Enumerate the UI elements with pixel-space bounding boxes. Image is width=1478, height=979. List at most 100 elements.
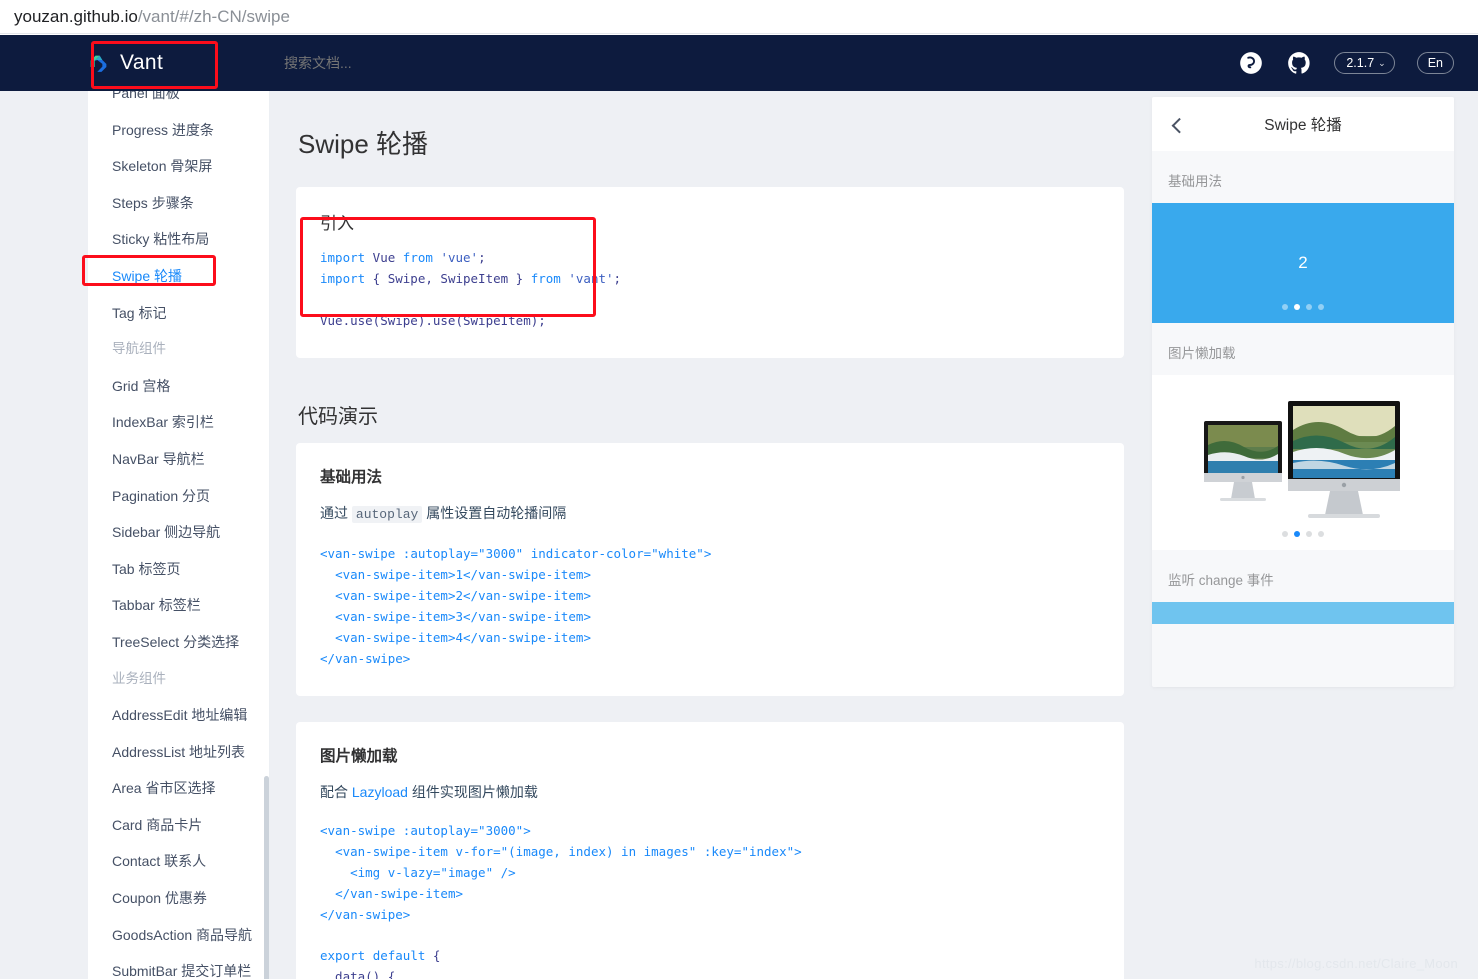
- indicator-dot[interactable]: [1306, 304, 1312, 310]
- site-logo[interactable]: Vant: [88, 35, 276, 91]
- sidebar-item-label: Swipe 轮播: [112, 267, 183, 284]
- demo-card-basic: 基础用法 通过 autoplay 属性设置自动轮播间隔 <van-swipe :…: [296, 443, 1124, 696]
- watermark: https://blog.csdn.net/Claire_Moon: [1254, 956, 1458, 971]
- indicator-dot[interactable]: [1306, 531, 1312, 537]
- header-actions: 2.1.7 ⌄ En: [1238, 50, 1454, 76]
- sidebar-item-label: GoodsAction 商品导航: [112, 926, 253, 943]
- sidebar-item-18[interactable]: AddressList 地址列表: [88, 734, 269, 771]
- sidebar-list: Panel 面板 Progress 进度条 Skeleton 骨架屏 Steps 步骤…: [88, 91, 269, 979]
- demo-lazyload-js-block[interactable]: export default { data() { return { image…: [320, 946, 1100, 979]
- indicator-dot[interactable]: [1282, 531, 1288, 537]
- wechat-miniprogram-icon[interactable]: [1238, 50, 1264, 76]
- sidebar-item-12[interactable]: Sidebar 侧边导航: [88, 514, 269, 551]
- sidebar-item-24[interactable]: SubmitBar 提交订单栏: [88, 953, 269, 979]
- mobile-preview-panel: Swipe 轮播 基础用法 2 图片懒加载 监听 change 事件: [1152, 97, 1454, 687]
- demo-lazyload-code-block[interactable]: <van-swipe :autoplay="3000"> <van-swipe-…: [320, 821, 1100, 926]
- chevron-down-icon: ⌄: [1378, 57, 1386, 68]
- sidebar-item-6[interactable]: Tag 标记: [88, 295, 269, 332]
- preview-title: Swipe 轮播: [1264, 117, 1342, 134]
- demo-basic-code-block[interactable]: <van-swipe :autoplay="3000" indicator-co…: [320, 544, 1100, 670]
- page-root: Vant 2.1.7 ⌄ En P: [0, 35, 1478, 979]
- sidebar-item-label: Contact 联系人: [112, 853, 207, 870]
- sidebar-item-label: Coupon 优惠券: [112, 890, 207, 907]
- sidebar-item-2[interactable]: Skeleton 骨架屏: [88, 148, 269, 185]
- sidebar-item-3[interactable]: Steps 步骤条: [88, 185, 269, 222]
- sidebar-nav: Panel 面板 Progress 进度条 Skeleton 骨架屏 Steps 步骤…: [88, 91, 270, 979]
- sidebar-item-label: Progress 进度条: [112, 121, 214, 138]
- sidebar-item-label: NavBar 导航栏: [112, 450, 205, 467]
- sidebar-item-10[interactable]: NavBar 导航栏: [88, 441, 269, 478]
- demo-basic-desc: 通过 autoplay 属性设置自动轮播间隔: [320, 505, 567, 523]
- url-host: youzan.github.io: [14, 6, 138, 26]
- indicator-dot[interactable]: [1282, 304, 1288, 310]
- sidebar-item-label: Tab 标签页: [112, 560, 181, 577]
- import-code-block[interactable]: import Vue from 'vue'; import { Swipe, S…: [320, 248, 1100, 332]
- sidebar-item-label: AddressEdit 地址编辑: [112, 707, 248, 724]
- sidebar-item-8[interactable]: Grid 宫格: [88, 368, 269, 405]
- sidebar-item-11[interactable]: Pagination 分页: [88, 478, 269, 515]
- demo-basic-heading: 基础用法: [320, 469, 383, 486]
- preview-swipe-change[interactable]: [1152, 602, 1454, 624]
- demo-heading: 代码演示: [298, 406, 378, 428]
- sidebar-scrollbar[interactable]: [264, 776, 269, 979]
- sidebar-item-label: TreeSelect 分类选择: [112, 633, 240, 650]
- sidebar-item-label: Steps 步骤条: [112, 194, 194, 211]
- sidebar-item-label: 导航组件: [112, 341, 166, 357]
- preview-section-label-basic: 基础用法: [1168, 174, 1222, 189]
- preview-section-label-change: 监听 change 事件: [1168, 573, 1274, 588]
- sidebar-item-19[interactable]: Area 省市区选择: [88, 770, 269, 807]
- sidebar-item-1[interactable]: Progress 进度条: [88, 112, 269, 149]
- url-path: /vant/#/zh-CN/swipe: [137, 6, 290, 26]
- sidebar-item-label: Area 省市区选择: [112, 780, 216, 797]
- site-header: Vant 2.1.7 ⌄ En: [0, 35, 1478, 91]
- sidebar-item-label: Card 商品卡片: [112, 816, 203, 833]
- sidebar-item-20[interactable]: Card 商品卡片: [88, 807, 269, 844]
- lazyload-link[interactable]: Lazyload: [352, 784, 408, 800]
- demo-lazyload-heading: 图片懒加载: [320, 747, 398, 765]
- sidebar-item-label: AddressList 地址列表: [112, 743, 246, 760]
- sidebar-item-22[interactable]: Coupon 优惠券: [88, 880, 269, 917]
- preview-section-label-lazyload: 图片懒加载: [1168, 346, 1236, 361]
- import-card: 引入 import Vue from 'vue'; import { Swipe…: [296, 187, 1124, 358]
- sidebar-item-16: 业务组件: [88, 661, 269, 698]
- preview-swipe-basic[interactable]: 2: [1152, 203, 1454, 323]
- sidebar-item-5[interactable]: Swipe 轮播: [88, 258, 269, 295]
- sidebar-item-label: Pagination 分页: [112, 487, 211, 504]
- sidebar-item-7: 导航组件: [88, 331, 269, 368]
- sidebar-item-15[interactable]: TreeSelect 分类选择: [88, 624, 269, 661]
- indicator-dot[interactable]: [1294, 304, 1300, 310]
- sidebar-item-label: IndexBar 索引栏: [112, 414, 214, 431]
- version-label: 2.1.7: [1346, 56, 1375, 70]
- search-input[interactable]: [282, 54, 582, 72]
- page-title: Swipe 轮播: [298, 129, 429, 159]
- sidebar-item-0[interactable]: Panel 面板: [88, 91, 269, 112]
- sidebar-item-14[interactable]: Tabbar 标签栏: [88, 587, 269, 624]
- indicator-dot[interactable]: [1294, 531, 1300, 537]
- browser-url-bar[interactable]: youzan.github.io/vant/#/zh-CN/swipe: [0, 0, 1478, 34]
- sidebar-item-label: 业务组件: [112, 670, 166, 686]
- vant-logo-icon: [88, 53, 109, 74]
- sidebar-item-21[interactable]: Contact 联系人: [88, 843, 269, 880]
- sidebar-item-23[interactable]: GoodsAction 商品导航: [88, 917, 269, 954]
- indicator-dot[interactable]: [1318, 531, 1324, 537]
- sidebar-item-label: SubmitBar 提交订单栏: [112, 963, 252, 979]
- indicator-dot[interactable]: [1318, 304, 1324, 310]
- preview-swipe-indicators-lazyload: [1152, 531, 1454, 537]
- sidebar-item-label: Skeleton 骨架屏: [112, 158, 213, 175]
- sidebar-item-label: Tabbar 标签栏: [112, 597, 201, 614]
- inline-code-autoplay: autoplay: [351, 506, 423, 523]
- sidebar-item-label: Panel 面板: [112, 91, 180, 101]
- sidebar-item-4[interactable]: Sticky 粘性布局: [88, 221, 269, 258]
- github-icon[interactable]: [1286, 50, 1312, 76]
- sidebar-item-17[interactable]: AddressEdit 地址编辑: [88, 697, 269, 734]
- preview-swipe-lazyload[interactable]: [1152, 375, 1454, 550]
- sidebar-item-label: Sticky 粘性布局: [112, 231, 210, 248]
- preview-swipe-indicators-basic: [1152, 304, 1454, 310]
- language-toggle-button[interactable]: En: [1416, 52, 1454, 74]
- sidebar-item-13[interactable]: Tab 标签页: [88, 551, 269, 588]
- import-heading: 引入: [320, 214, 354, 233]
- language-label: En: [1427, 56, 1443, 70]
- site-logo-text: Vant: [120, 51, 164, 74]
- sidebar-item-9[interactable]: IndexBar 索引栏: [88, 404, 269, 441]
- version-selector[interactable]: 2.1.7 ⌄: [1334, 52, 1395, 74]
